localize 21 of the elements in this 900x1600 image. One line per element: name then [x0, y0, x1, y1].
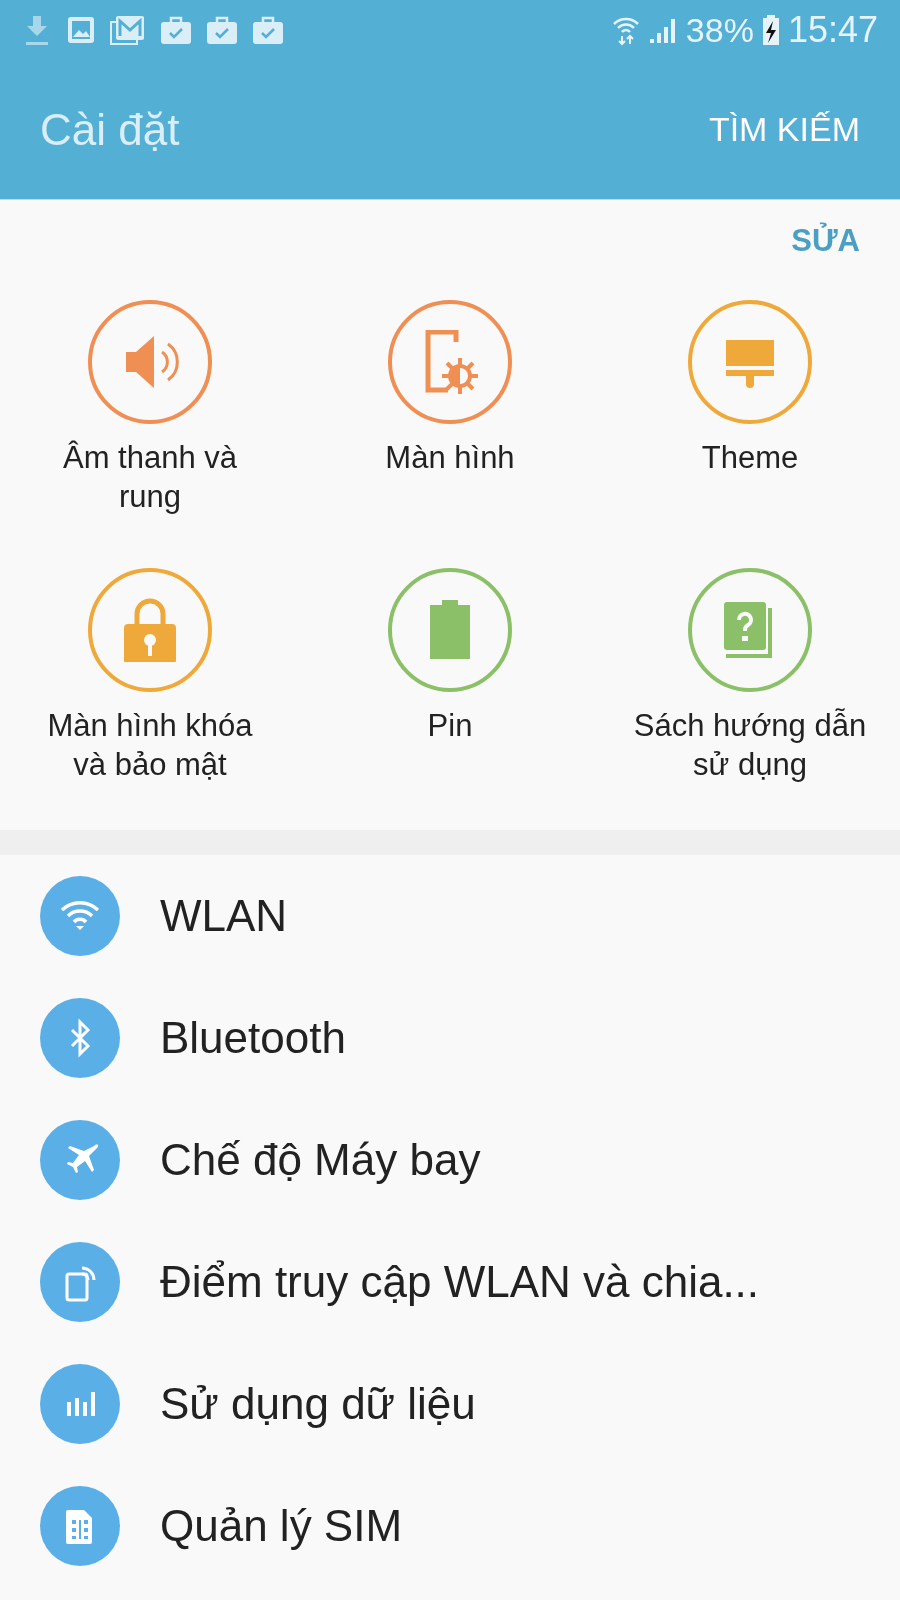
settings-item[interactable]: WLAN — [0, 855, 900, 977]
settings-item[interactable]: Chế độ Máy bay — [0, 1099, 900, 1221]
briefcase-check-icon — [160, 14, 192, 46]
briefcase-check-icon — [252, 14, 284, 46]
tile-label: Âm thanh và rung — [61, 439, 238, 516]
settings-item[interactable]: Điểm truy cập WLAN và chia... — [0, 1221, 900, 1343]
charging-battery-icon — [761, 14, 780, 46]
briefcase-check-icon — [206, 14, 238, 46]
tile-label: Màn hình — [384, 439, 516, 477]
tile-label: Pin — [426, 707, 474, 745]
clock: 15:47 — [787, 8, 878, 52]
tile-label: Màn hình khóa và bảo mật — [46, 707, 254, 784]
tile-label: Sách hướng dẫn sử dụng — [632, 707, 868, 784]
image-icon — [66, 14, 96, 46]
battery-percentage: 38% — [685, 9, 754, 51]
tile-label: Theme — [700, 439, 800, 477]
settings-item[interactable]: Sử dụng dữ liệu — [0, 1343, 900, 1465]
screen-title: Cài đặt — [40, 103, 180, 156]
settings-item[interactable]: Bluetooth — [0, 977, 900, 1099]
settings-item[interactable]: Quản lý SIM — [0, 1465, 900, 1587]
mail-icon — [110, 14, 146, 46]
